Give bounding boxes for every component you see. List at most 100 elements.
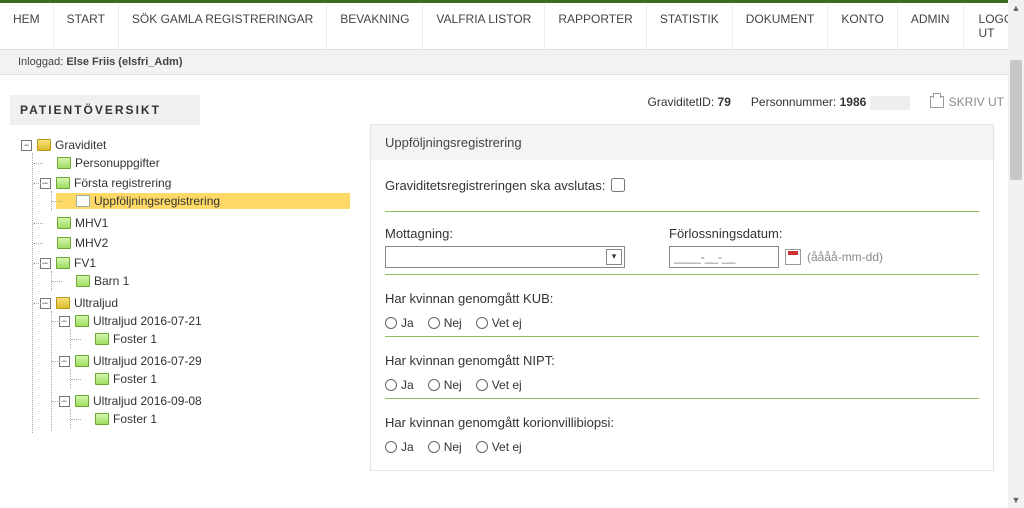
tree-node-graviditet[interactable]: − Graviditet: [18, 137, 350, 153]
forlossningsdatum-input[interactable]: ____-__-__: [669, 246, 779, 268]
file-icon: [56, 177, 70, 189]
korion-nej[interactable]: Nej: [428, 440, 462, 454]
file-icon: [95, 413, 109, 425]
tree-label: Personuppgifter: [75, 156, 160, 170]
nav-hem[interactable]: HEM: [0, 3, 54, 49]
logged-in-user: Else Friis (elsfri_Adm): [66, 56, 182, 68]
vertical-scrollbar[interactable]: ▲ ▼: [1008, 0, 1024, 508]
nav-valfria[interactable]: VALFRIA LISTOR: [423, 3, 545, 49]
tree-node-foster1c[interactable]: Foster 1: [75, 411, 350, 427]
nav-sok-gamla[interactable]: SÖK GAMLA REGISTRERINGAR: [119, 3, 327, 49]
tree-label: Ultraljud 2016-09-08: [93, 394, 202, 408]
nav-bevakning[interactable]: BEVAKNING: [327, 3, 423, 49]
minus-icon[interactable]: −: [40, 298, 51, 309]
question-kub-label: Har kvinnan genomgått KUB:: [385, 291, 979, 306]
file-icon: [95, 333, 109, 345]
tree-node-ultraljud-3[interactable]: − Ultraljud 2016-09-08: [56, 393, 350, 409]
tree-node-barn1[interactable]: Barn 1: [56, 273, 350, 289]
minus-icon[interactable]: −: [21, 140, 32, 151]
form-card-title: Uppföljningsregistrering: [371, 125, 993, 160]
tree-node-foster1b[interactable]: Foster 1: [75, 371, 350, 387]
opt-vetej-label: Vet ej: [492, 378, 522, 392]
divider: [385, 211, 979, 212]
radio-icon: [476, 441, 488, 453]
opt-nej-label: Nej: [444, 440, 462, 454]
nipt-nej[interactable]: Nej: [428, 378, 462, 392]
tree-label: MHV1: [75, 216, 108, 230]
divider: [385, 398, 979, 399]
opt-ja-label: Ja: [401, 378, 414, 392]
minus-icon[interactable]: −: [40, 178, 51, 189]
opt-ja-label: Ja: [401, 440, 414, 454]
minus-icon[interactable]: −: [59, 316, 70, 327]
print-button[interactable]: SKRIV UT: [930, 95, 1004, 109]
divider: [385, 274, 979, 275]
file-icon: [76, 195, 90, 207]
korion-ja[interactable]: Ja: [385, 440, 414, 454]
radio-icon: [476, 317, 488, 329]
nipt-vetej[interactable]: Vet ej: [476, 378, 522, 392]
tree-label: Foster 1: [113, 412, 157, 426]
logged-in-label: Inloggad:: [18, 56, 63, 68]
nav-admin[interactable]: ADMIN: [898, 3, 964, 49]
file-icon: [76, 275, 90, 287]
tree-node-ultraljud[interactable]: − Ultraljud: [37, 295, 350, 311]
tree-label: Foster 1: [113, 332, 157, 346]
tree-label: Foster 1: [113, 372, 157, 386]
mottagning-select[interactable]: ▾: [385, 246, 625, 268]
nav-start[interactable]: START: [54, 3, 119, 49]
divider: [385, 336, 979, 337]
logged-in-bar: Inloggad: Else Friis (elsfri_Adm): [0, 50, 1024, 75]
nav-dokument[interactable]: DOKUMENT: [733, 3, 829, 49]
kub-vetej[interactable]: Vet ej: [476, 316, 522, 330]
nav-konto[interactable]: KONTO: [828, 3, 897, 49]
tree-label: Ultraljud: [74, 296, 118, 310]
form-card: Uppföljningsregistrering Graviditetsregi…: [370, 124, 994, 471]
tree-node-fv1[interactable]: − FV1: [37, 255, 350, 271]
calendar-icon[interactable]: [785, 249, 801, 265]
file-icon: [57, 217, 71, 229]
tree-node-forsta-registrering[interactable]: − Första registrering: [37, 175, 350, 191]
tree-node-ultraljud-1[interactable]: − Ultraljud 2016-07-21: [56, 313, 350, 329]
pn-value: 1986: [840, 95, 867, 109]
file-icon: [56, 257, 70, 269]
nav-rapporter[interactable]: RAPPORTER: [545, 3, 646, 49]
minus-icon[interactable]: −: [59, 396, 70, 407]
scroll-thumb[interactable]: [1010, 60, 1022, 180]
main-panel: GraviditetID: 79 Personnummer: 1986 SKRI…: [360, 75, 1024, 471]
tree-node-uppfoljning[interactable]: Uppföljningsregistrering: [56, 193, 350, 209]
radio-icon: [385, 441, 397, 453]
tree-node-ultraljud-2[interactable]: − Ultraljud 2016-07-29: [56, 353, 350, 369]
tree-label: Ultraljud 2016-07-21: [93, 314, 202, 328]
opt-nej-label: Nej: [444, 378, 462, 392]
question-korion-label: Har kvinnan genomgått korionvillibiopsi:: [385, 415, 979, 430]
close-registration-label: Graviditetsregistreringen ska avslutas:: [385, 178, 605, 193]
question-kub: Har kvinnan genomgått KUB: Ja Nej Vet ej: [385, 291, 979, 337]
file-icon: [75, 315, 89, 327]
korion-vetej[interactable]: Vet ej: [476, 440, 522, 454]
close-registration-checkbox[interactable]: [611, 178, 625, 192]
minus-icon[interactable]: −: [59, 356, 70, 367]
left-panel: PATIENTÖVERSIKT − Graviditet P: [0, 75, 360, 445]
tree-node-personuppgifter[interactable]: Personuppgifter: [37, 155, 350, 171]
tree-node-foster1a[interactable]: Foster 1: [75, 331, 350, 347]
minus-icon[interactable]: −: [40, 258, 51, 269]
nav-statistik[interactable]: STATISTIK: [647, 3, 733, 49]
tree-node-mhv1[interactable]: MHV1: [37, 215, 350, 231]
scroll-down-icon[interactable]: ▼: [1008, 492, 1024, 508]
tree-label: FV1: [74, 256, 96, 270]
tree-label: MHV2: [75, 236, 108, 250]
chevron-down-icon: ▾: [606, 249, 622, 265]
kub-ja[interactable]: Ja: [385, 316, 414, 330]
radio-icon: [385, 379, 397, 391]
opt-nej-label: Nej: [444, 316, 462, 330]
tree-node-mhv2[interactable]: MHV2: [37, 235, 350, 251]
question-korion: Har kvinnan genomgått korionvillibiopsi:…: [385, 415, 979, 454]
kub-nej[interactable]: Nej: [428, 316, 462, 330]
nipt-ja[interactable]: Ja: [385, 378, 414, 392]
radio-icon: [385, 317, 397, 329]
tree-label: Första registrering: [74, 176, 171, 190]
scroll-up-icon[interactable]: ▲: [1008, 0, 1024, 16]
redacted-box: [870, 96, 910, 110]
folder-icon: [37, 139, 51, 151]
